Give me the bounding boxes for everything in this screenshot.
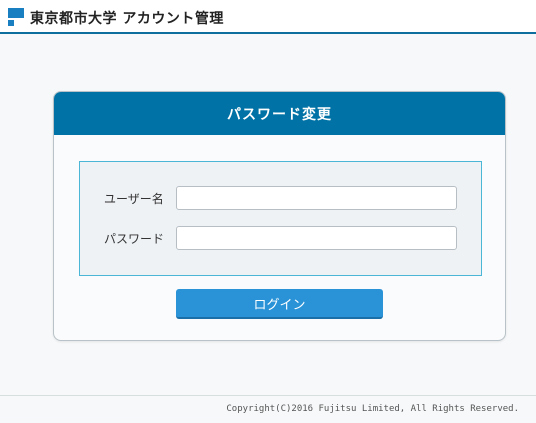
login-button[interactable]: ログイン [176,289,383,319]
password-input[interactable] [176,226,457,250]
card-title: パスワード変更 [227,106,332,123]
card-header: パスワード変更 [54,92,505,135]
username-row: ユーザー名 [80,186,481,210]
app-title: 東京都市大学 アカウント管理 [30,11,224,27]
password-label: パスワード [104,232,165,246]
password-row: パスワード [80,226,481,250]
app-header: 東京都市大学 アカウント管理 [0,0,536,34]
username-label: ユーザー名 [104,192,164,206]
username-input[interactable] [176,186,457,210]
page-footer: Copyright(C)2016 Fujitsu Limited, All Ri… [0,395,536,423]
copyright-text: Copyright(C)2016 Fujitsu Limited, All Ri… [226,404,519,414]
login-card: パスワード変更 ユーザー名 パスワード ログイン [53,91,506,341]
university-logo-icon [8,8,24,26]
login-form: ユーザー名 パスワード [79,161,482,276]
